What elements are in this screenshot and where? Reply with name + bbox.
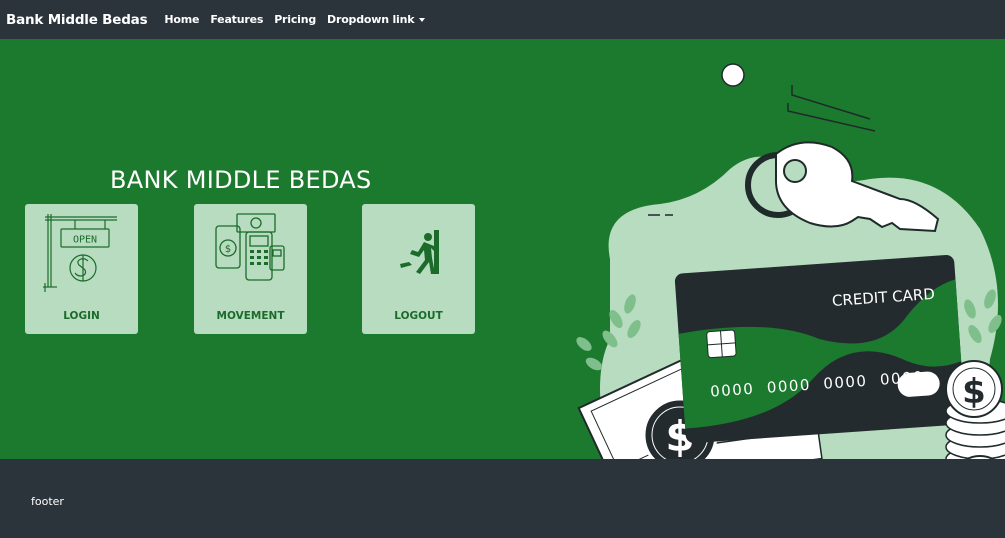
caret-down-icon bbox=[419, 18, 426, 22]
nav-link-home[interactable]: Home bbox=[164, 13, 199, 26]
nav-link-pricing[interactable]: Pricing bbox=[274, 13, 316, 26]
svg-text:$: $ bbox=[962, 372, 986, 412]
movement-label: MOVEMENT bbox=[216, 310, 285, 322]
payment-terminal-icon: $ bbox=[215, 213, 285, 281]
open-sign-icon: OPEN bbox=[43, 214, 117, 292]
hero-title: BANK MIDDLE BEDAS bbox=[110, 166, 372, 194]
credit-card-illustration: $ CREDIT CARD 0000 0000 0000 0000 $ bbox=[576, 63, 1005, 459]
footer-text: footer bbox=[31, 495, 64, 508]
navbar: Bank Middle Bedas Home Features Pricing … bbox=[0, 0, 1005, 39]
login-label: LOGIN bbox=[63, 310, 100, 322]
nav-dropdown[interactable]: Dropdown link bbox=[327, 13, 426, 26]
navbar-brand[interactable]: Bank Middle Bedas bbox=[6, 12, 148, 28]
hero-section: BANK MIDDLE BEDAS OPEN LOGIN $ MOVEMENT … bbox=[0, 39, 1005, 459]
logout-label: LOGOUT bbox=[394, 310, 443, 322]
nav-link-features[interactable]: Features bbox=[210, 13, 263, 26]
movement-card[interactable]: $ MOVEMENT bbox=[194, 204, 307, 334]
nav-dropdown-label: Dropdown link bbox=[327, 13, 415, 26]
login-card[interactable]: OPEN LOGIN bbox=[25, 204, 138, 334]
svg-text:$: $ bbox=[225, 244, 231, 255]
logout-card[interactable]: LOGOUT bbox=[362, 204, 475, 334]
exit-door-icon bbox=[400, 230, 439, 274]
sign-text: OPEN bbox=[73, 235, 97, 246]
footer: footer bbox=[0, 459, 1005, 538]
